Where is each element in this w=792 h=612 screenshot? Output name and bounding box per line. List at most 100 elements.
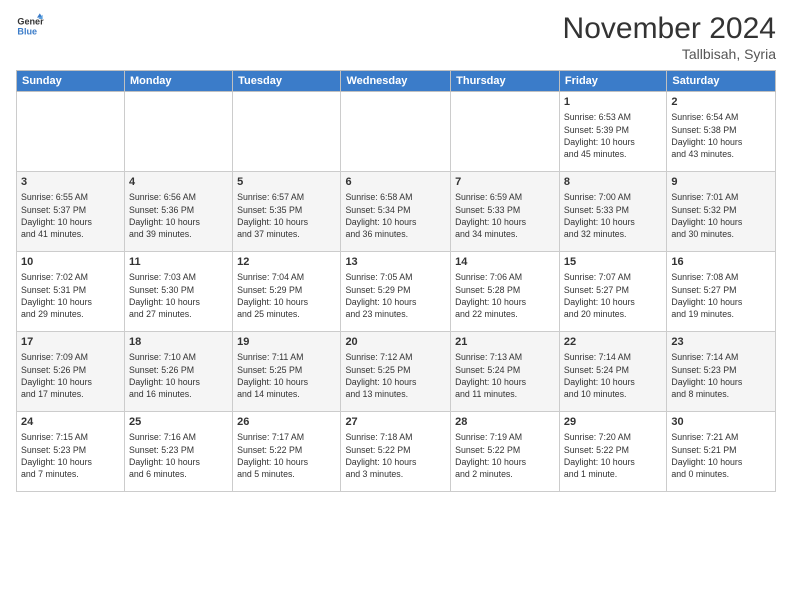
day-info: Sunrise: 6:59 AM Sunset: 5:33 PM Dayligh… (455, 191, 555, 240)
day-number: 6 (345, 175, 446, 190)
day-info: Sunrise: 7:08 AM Sunset: 5:27 PM Dayligh… (671, 271, 771, 320)
day-number: 5 (237, 175, 336, 190)
day-number: 25 (129, 415, 228, 430)
calendar-cell: 16Sunrise: 7:08 AM Sunset: 5:27 PM Dayli… (667, 252, 776, 332)
day-info: Sunrise: 7:09 AM Sunset: 5:26 PM Dayligh… (21, 351, 120, 400)
day-number: 23 (671, 335, 771, 350)
day-info: Sunrise: 6:53 AM Sunset: 5:39 PM Dayligh… (564, 111, 662, 160)
calendar-cell: 5Sunrise: 6:57 AM Sunset: 5:35 PM Daylig… (233, 172, 341, 252)
col-header-thursday: Thursday (451, 71, 560, 92)
calendar-cell: 15Sunrise: 7:07 AM Sunset: 5:27 PM Dayli… (559, 252, 666, 332)
day-info: Sunrise: 7:17 AM Sunset: 5:22 PM Dayligh… (237, 431, 336, 480)
col-header-wednesday: Wednesday (341, 71, 451, 92)
calendar-week-5: 24Sunrise: 7:15 AM Sunset: 5:23 PM Dayli… (17, 412, 776, 492)
day-number: 18 (129, 335, 228, 350)
day-info: Sunrise: 7:20 AM Sunset: 5:22 PM Dayligh… (564, 431, 662, 480)
day-info: Sunrise: 7:12 AM Sunset: 5:25 PM Dayligh… (345, 351, 446, 400)
day-info: Sunrise: 7:21 AM Sunset: 5:21 PM Dayligh… (671, 431, 771, 480)
location-title: Tallbisah, Syria (563, 46, 776, 62)
day-number: 3 (21, 175, 120, 190)
day-info: Sunrise: 7:00 AM Sunset: 5:33 PM Dayligh… (564, 191, 662, 240)
day-info: Sunrise: 7:11 AM Sunset: 5:25 PM Dayligh… (237, 351, 336, 400)
calendar-header: SundayMondayTuesdayWednesdayThursdayFrid… (17, 71, 776, 92)
calendar-cell: 14Sunrise: 7:06 AM Sunset: 5:28 PM Dayli… (451, 252, 560, 332)
calendar-cell (233, 92, 341, 172)
calendar-cell: 19Sunrise: 7:11 AM Sunset: 5:25 PM Dayli… (233, 332, 341, 412)
day-number: 30 (671, 415, 771, 430)
calendar-cell: 29Sunrise: 7:20 AM Sunset: 5:22 PM Dayli… (559, 412, 666, 492)
day-number: 28 (455, 415, 555, 430)
day-number: 27 (345, 415, 446, 430)
calendar-cell: 27Sunrise: 7:18 AM Sunset: 5:22 PM Dayli… (341, 412, 451, 492)
calendar-cell: 18Sunrise: 7:10 AM Sunset: 5:26 PM Dayli… (124, 332, 232, 412)
calendar-week-1: 1Sunrise: 6:53 AM Sunset: 5:39 PM Daylig… (17, 92, 776, 172)
calendar-cell: 2Sunrise: 6:54 AM Sunset: 5:38 PM Daylig… (667, 92, 776, 172)
day-info: Sunrise: 7:13 AM Sunset: 5:24 PM Dayligh… (455, 351, 555, 400)
day-number: 1 (564, 95, 662, 110)
col-header-sunday: Sunday (17, 71, 125, 92)
day-info: Sunrise: 7:14 AM Sunset: 5:24 PM Dayligh… (564, 351, 662, 400)
calendar-cell: 30Sunrise: 7:21 AM Sunset: 5:21 PM Dayli… (667, 412, 776, 492)
calendar-table: SundayMondayTuesdayWednesdayThursdayFrid… (16, 70, 776, 492)
day-number: 17 (21, 335, 120, 350)
calendar-cell: 26Sunrise: 7:17 AM Sunset: 5:22 PM Dayli… (233, 412, 341, 492)
calendar-cell: 1Sunrise: 6:53 AM Sunset: 5:39 PM Daylig… (559, 92, 666, 172)
day-number: 24 (21, 415, 120, 430)
calendar-cell: 9Sunrise: 7:01 AM Sunset: 5:32 PM Daylig… (667, 172, 776, 252)
calendar-cell: 20Sunrise: 7:12 AM Sunset: 5:25 PM Dayli… (341, 332, 451, 412)
calendar-cell: 11Sunrise: 7:03 AM Sunset: 5:30 PM Dayli… (124, 252, 232, 332)
calendar-week-3: 10Sunrise: 7:02 AM Sunset: 5:31 PM Dayli… (17, 252, 776, 332)
day-number: 26 (237, 415, 336, 430)
logo: General Blue (16, 12, 44, 40)
day-number: 22 (564, 335, 662, 350)
day-info: Sunrise: 6:56 AM Sunset: 5:36 PM Dayligh… (129, 191, 228, 240)
calendar-cell: 8Sunrise: 7:00 AM Sunset: 5:33 PM Daylig… (559, 172, 666, 252)
day-number: 29 (564, 415, 662, 430)
day-number: 15 (564, 255, 662, 270)
calendar-cell: 23Sunrise: 7:14 AM Sunset: 5:23 PM Dayli… (667, 332, 776, 412)
svg-text:Blue: Blue (17, 26, 37, 36)
day-info: Sunrise: 7:04 AM Sunset: 5:29 PM Dayligh… (237, 271, 336, 320)
calendar-cell: 22Sunrise: 7:14 AM Sunset: 5:24 PM Dayli… (559, 332, 666, 412)
calendar-cell: 10Sunrise: 7:02 AM Sunset: 5:31 PM Dayli… (17, 252, 125, 332)
day-number: 19 (237, 335, 336, 350)
day-number: 21 (455, 335, 555, 350)
day-info: Sunrise: 7:03 AM Sunset: 5:30 PM Dayligh… (129, 271, 228, 320)
day-number: 16 (671, 255, 771, 270)
calendar-cell: 17Sunrise: 7:09 AM Sunset: 5:26 PM Dayli… (17, 332, 125, 412)
day-info: Sunrise: 7:16 AM Sunset: 5:23 PM Dayligh… (129, 431, 228, 480)
day-info: Sunrise: 6:55 AM Sunset: 5:37 PM Dayligh… (21, 191, 120, 240)
day-number: 20 (345, 335, 446, 350)
day-number: 4 (129, 175, 228, 190)
day-number: 9 (671, 175, 771, 190)
day-number: 10 (21, 255, 120, 270)
col-header-saturday: Saturday (667, 71, 776, 92)
day-number: 12 (237, 255, 336, 270)
day-number: 11 (129, 255, 228, 270)
day-number: 14 (455, 255, 555, 270)
calendar-cell: 4Sunrise: 6:56 AM Sunset: 5:36 PM Daylig… (124, 172, 232, 252)
day-info: Sunrise: 7:06 AM Sunset: 5:28 PM Dayligh… (455, 271, 555, 320)
calendar-week-2: 3Sunrise: 6:55 AM Sunset: 5:37 PM Daylig… (17, 172, 776, 252)
day-info: Sunrise: 7:02 AM Sunset: 5:31 PM Dayligh… (21, 271, 120, 320)
day-number: 8 (564, 175, 662, 190)
calendar-cell (17, 92, 125, 172)
logo-icon: General Blue (16, 12, 44, 40)
calendar-cell: 7Sunrise: 6:59 AM Sunset: 5:33 PM Daylig… (451, 172, 560, 252)
calendar-cell: 21Sunrise: 7:13 AM Sunset: 5:24 PM Dayli… (451, 332, 560, 412)
calendar-cell: 6Sunrise: 6:58 AM Sunset: 5:34 PM Daylig… (341, 172, 451, 252)
title-block: November 2024 Tallbisah, Syria (563, 12, 776, 62)
day-info: Sunrise: 6:58 AM Sunset: 5:34 PM Dayligh… (345, 191, 446, 240)
calendar-cell: 28Sunrise: 7:19 AM Sunset: 5:22 PM Dayli… (451, 412, 560, 492)
calendar-cell (124, 92, 232, 172)
day-info: Sunrise: 6:57 AM Sunset: 5:35 PM Dayligh… (237, 191, 336, 240)
calendar-week-4: 17Sunrise: 7:09 AM Sunset: 5:26 PM Dayli… (17, 332, 776, 412)
day-info: Sunrise: 7:01 AM Sunset: 5:32 PM Dayligh… (671, 191, 771, 240)
col-header-tuesday: Tuesday (233, 71, 341, 92)
page-header: General Blue November 2024 Tallbisah, Sy… (16, 12, 776, 62)
day-number: 2 (671, 95, 771, 110)
col-header-monday: Monday (124, 71, 232, 92)
month-title: November 2024 (563, 12, 776, 46)
day-info: Sunrise: 7:07 AM Sunset: 5:27 PM Dayligh… (564, 271, 662, 320)
day-info: Sunrise: 7:14 AM Sunset: 5:23 PM Dayligh… (671, 351, 771, 400)
